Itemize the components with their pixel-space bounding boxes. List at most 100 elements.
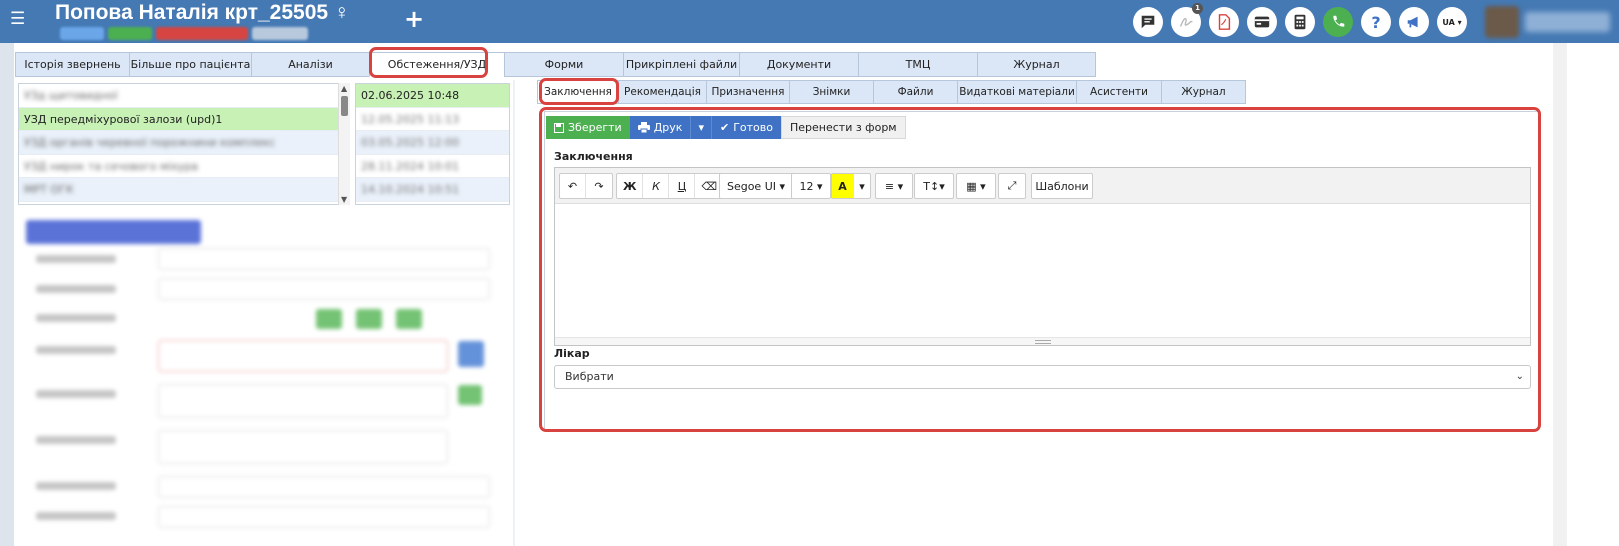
list-item[interactable]: УЗД передміхурової залози (upd)1 [19,107,347,131]
text-color-button[interactable]: A [832,174,854,198]
list-item[interactable]: 03.05.2025 12:00 [356,131,509,155]
list-item[interactable]: УЗД органів черевної порожнини комплекс [19,131,347,155]
tb-color-group: A ▾ [831,173,871,199]
scroll-up-icon[interactable]: ▲ [341,84,347,93]
tab-examination[interactable]: Обстеження/УЗД [369,52,504,77]
print-button[interactable]: Друк [629,116,691,139]
action-buttons: Зберегти Друк ▾ ✔ Готово Перенести з фор… [546,116,906,139]
blurred-label [36,346,116,354]
tb-format-group: Ж К Ц ⌫ [616,173,725,199]
text-style-select[interactable]: T↕▾ [915,174,953,198]
tab-documents[interactable]: Документи [739,52,858,77]
tab-forms[interactable]: Форми [504,52,623,77]
hamburger-menu-icon[interactable]: ☰ [10,10,28,28]
divider [513,80,515,546]
blurred-field[interactable] [158,340,448,372]
blurred-field[interactable] [158,506,490,528]
tb-align-group: ≡ ▾ [875,173,913,199]
add-icon[interactable]: + [404,7,424,31]
font-size-select[interactable]: 12 ▾ [792,174,830,198]
blurred-field[interactable] [158,384,448,418]
tab-analyses[interactable]: Аналізи [251,52,369,77]
underline-button[interactable]: Ц [669,174,696,198]
list-item[interactable]: 12.05.2025 11:13 [356,108,509,131]
redo-icon[interactable]: ↷ [586,174,612,198]
doctor-select[interactable]: Вибрати ⌄ [554,365,1531,389]
tab-assistants[interactable]: Асистенти [1076,80,1161,104]
tab-conclusion[interactable]: Заключення [537,80,618,104]
blurred-label [36,436,116,444]
bold-button[interactable]: Ж [617,174,644,198]
print-dropdown-button[interactable]: ▾ [690,116,711,139]
templates-button[interactable]: Шаблони [1032,174,1092,198]
blurred-label [36,512,116,520]
chat-icon[interactable] [1133,7,1163,37]
doctor-label: Лікар [554,347,590,360]
blurred-button[interactable] [458,341,484,367]
grip-icon [1034,339,1051,344]
research-list: УЗд щитовидної УЗД передміхурової залози… [18,83,348,205]
scroll-thumb[interactable] [341,96,348,116]
blurred-field[interactable] [158,476,490,498]
list-item[interactable]: 28.11.2024 10:01 [356,155,509,178]
blurred-button[interactable] [396,309,422,329]
list-item[interactable]: 14.10.2024 10:51 [356,178,509,202]
list-item[interactable]: УЗД нирок та сечового міхура [19,155,347,178]
page-scrollbar[interactable] [1553,43,1567,546]
calculator-icon[interactable] [1285,7,1315,37]
align-select[interactable]: ≡ ▾ [876,174,912,198]
chevron-down-icon: ⌄ [1515,371,1524,382]
blurred-button[interactable] [356,309,382,329]
tab-patient-more[interactable]: Більше про пацієнта [129,52,251,77]
help-icon[interactable]: ? [1361,7,1391,37]
save-button[interactable]: Зберегти [546,116,630,139]
blurred-field[interactable] [158,430,448,464]
tab-files[interactable]: Файли [873,80,957,104]
editor-resize-handle[interactable] [555,337,1530,345]
scroll-down-icon[interactable]: ▼ [341,195,347,204]
tab-history[interactable]: Історія звернень [15,52,129,77]
avatar[interactable] [1485,6,1519,38]
editor-content[interactable] [555,204,1530,337]
blurred-label [36,482,116,490]
blurred-field[interactable] [158,278,490,300]
undo-icon[interactable]: ↶ [560,174,586,198]
signature-icon[interactable]: 1 [1171,3,1203,37]
card-icon[interactable] [1247,7,1277,37]
research-list-scrollbar[interactable]: ▲ ▼ [338,83,350,205]
tab-expendables[interactable]: Видаткові матеріали [957,80,1076,104]
tab-recommendation[interactable]: Рекомендація [618,80,706,104]
tab-journal[interactable]: Журнал [977,52,1096,77]
tab-images[interactable]: Знімки [789,80,873,104]
blurred-button[interactable] [316,309,342,329]
tab-prescriptions[interactable]: Призначення [706,80,789,104]
text-color-dropdown[interactable]: ▾ [854,174,870,198]
list-item[interactable]: МРТ ОГК [19,178,347,202]
list-item[interactable]: УЗд щитовидної [19,84,347,108]
italic-button[interactable]: К [643,174,670,198]
fullscreen-icon[interactable]: ⤢ [999,174,1025,198]
tb-fullscreen-group: ⤢ [998,173,1026,199]
phone-icon[interactable] [1323,7,1353,37]
tab-sub-journal[interactable]: Журнал [1161,80,1246,104]
list-item[interactable]: 02.06.2025 10:48 [356,84,509,108]
pdf-icon[interactable] [1209,7,1239,37]
megaphone-icon[interactable] [1399,7,1429,37]
user-name[interactable] [1525,12,1610,32]
font-family-select[interactable]: Segoe UI ▾ [720,174,792,198]
blurred-button[interactable] [26,220,201,244]
transfer-from-forms-button[interactable]: Перенести з форм [780,116,906,139]
done-button[interactable]: ✔ Готово [710,116,781,139]
language-selector[interactable]: UA ▾ [1437,7,1467,37]
table-select[interactable]: ▦ ▾ [957,174,995,198]
patient-title: Попова Наталія крт_25505 ♀ [55,1,350,24]
blurred-button[interactable] [458,385,482,405]
right-margin [1567,43,1619,546]
blurred-field[interactable] [158,248,490,270]
patient-chip [108,27,152,40]
tab-inventory[interactable]: ТМЦ [858,52,977,77]
tb-table-group: ▦ ▾ [956,173,996,199]
tb-style-group: T↕▾ [914,173,954,199]
conclusion-label: Заключення [554,150,633,163]
tab-attached-files[interactable]: Прикріплені файли [623,52,739,77]
